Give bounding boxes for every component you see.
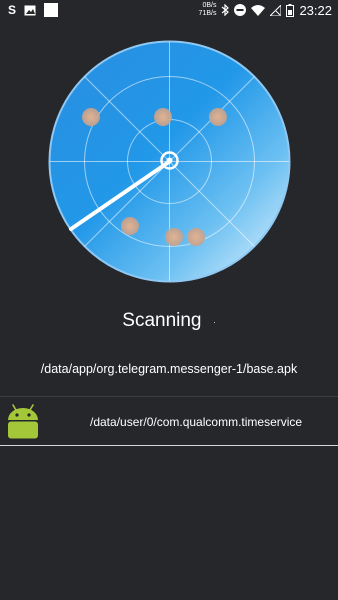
radar-blip: [121, 217, 139, 235]
clock: 23:22: [299, 2, 332, 18]
radar-scanner: [48, 40, 291, 283]
image-icon: [24, 5, 36, 15]
radar-blip: [187, 228, 205, 246]
scanning-label: Scanning: [122, 310, 202, 331]
radar-graphic: [48, 40, 291, 283]
no-signal-icon: [270, 4, 282, 16]
status-bar-right: 0B/s 71B/s 23:22: [199, 2, 332, 18]
dnd-icon: [234, 4, 247, 16]
android-icon: [8, 404, 38, 439]
network-speed: 0B/s 71B/s: [199, 2, 217, 18]
radar-blip: [82, 108, 100, 126]
radar-center-dot: [166, 157, 173, 164]
scanning-status: Scanning.: [0, 310, 338, 332]
net-down: 0B/s: [202, 2, 217, 9]
result-path: /data/user/0/com.qualcomm.timeservice: [90, 415, 303, 429]
status-bar-left: S: [8, 3, 59, 17]
result-list-item[interactable]: /data/user/0/com.qualcomm.timeservice: [0, 396, 338, 446]
bluetooth-icon: [222, 4, 230, 16]
status-bar: S 0B/s 71B/s 23:22: [0, 0, 338, 22]
radar-blip: [165, 228, 183, 246]
scanning-dot: .: [213, 316, 216, 326]
net-up: 71B/s: [198, 10, 217, 17]
battery-icon: [286, 3, 295, 17]
wifi-icon: [251, 4, 266, 16]
radar-blip: [209, 108, 227, 126]
radar-blip: [154, 108, 172, 126]
current-scan-path: /data/app/org.telegram.messenger-1/base.…: [40, 362, 298, 376]
s-app-icon: S: [8, 3, 17, 17]
white-square-icon: [44, 3, 59, 17]
